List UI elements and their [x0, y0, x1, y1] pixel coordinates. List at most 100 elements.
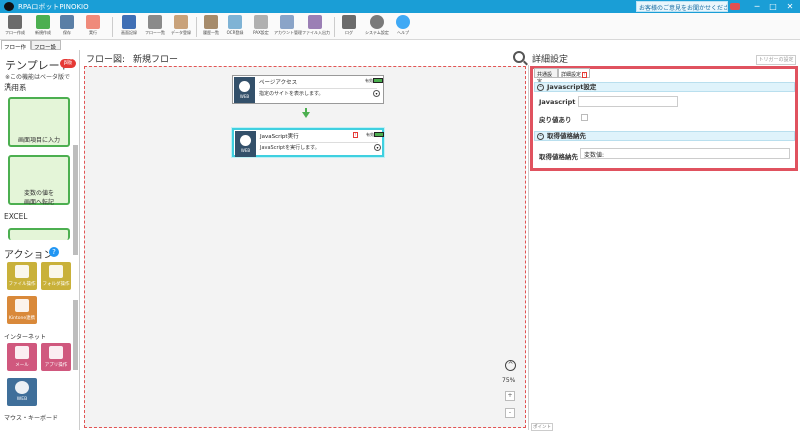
section-excel: EXCEL	[4, 212, 28, 221]
flow-name: 新規フロー	[133, 55, 179, 65]
toolbar-flow-list-button[interactable]: フロー一覧	[142, 15, 168, 39]
toolbar-ocr-button[interactable]: OCR登録	[222, 15, 248, 39]
destination-label: 取得値格納先	[539, 153, 578, 161]
section-destination[interactable]: ^ 取得値格納先	[534, 131, 795, 141]
actions-title: アクション	[4, 250, 54, 261]
action-mail[interactable]: メール	[7, 343, 37, 371]
feedback-link[interactable]: お客様のご意見をお聞かせください	[636, 1, 728, 12]
ocr-icon	[228, 15, 242, 29]
left-panel: テンプレート β版 ※この機能はベータ版です。 汎用系 画面項目に入力 変数の値…	[0, 50, 80, 430]
globe-icon	[239, 81, 250, 92]
help-icon	[396, 15, 410, 29]
toolbar-history-button[interactable]: 履歴一覧	[198, 15, 224, 39]
warning-icon: !	[353, 132, 358, 138]
search-icon[interactable]	[513, 51, 525, 63]
toolbar-new-button[interactable]: 新規作成	[30, 15, 56, 39]
flow-arrow-icon	[302, 112, 310, 118]
chevron-down-icon[interactable]: ▾	[373, 90, 380, 97]
node-description: 指定のサイトを表示します。	[259, 88, 377, 97]
web-node-icon: WEB	[234, 77, 255, 103]
flow-header-label: フロー図:	[86, 55, 126, 65]
javascript-input[interactable]	[578, 96, 678, 107]
screen-record-icon	[122, 15, 136, 29]
toolbar-pax-button[interactable]: PAX設定	[248, 15, 274, 39]
toolbar-separator	[112, 17, 113, 37]
toolbar-file-io-button[interactable]: ファイル入出力	[302, 15, 330, 39]
section-internet: インターネット	[4, 334, 47, 341]
file-op-icon	[15, 265, 29, 278]
template-excel[interactable]	[8, 228, 70, 240]
folder-icon	[49, 265, 63, 278]
action-file-operation[interactable]: ファイル操作	[7, 262, 37, 290]
template-transfer-icon	[16, 163, 66, 183]
template-input-icon	[16, 105, 66, 125]
flow-canvas[interactable]: WEB ページアクセス 有効 指定のサイトを表示します。 ▾ WEB JavaS…	[84, 66, 526, 428]
mail-icon	[15, 346, 29, 359]
toolbar-separator	[334, 17, 335, 37]
action-web[interactable]: WEB	[7, 378, 37, 406]
globe-icon	[15, 381, 29, 394]
app-title: RPAロボットPINOKIO	[18, 3, 89, 11]
template-var-to-screen[interactable]: 変数の値を 画面へ転記	[8, 155, 70, 206]
trigger-settings-button[interactable]: トリガーの設定	[756, 55, 796, 65]
node-enable-toggle[interactable]	[373, 78, 383, 83]
node-title: ページアクセス	[259, 80, 298, 86]
template-scrollbar[interactable]	[73, 145, 78, 255]
tab-detail-settings[interactable]: 詳細設定!	[558, 68, 590, 78]
close-button[interactable]: ✕	[783, 1, 797, 12]
section-mouse-keyboard: マウス・キーボード	[4, 415, 59, 422]
node-enable-toggle[interactable]	[374, 132, 384, 137]
toolbar-screen-record-button[interactable]: 画面記録	[116, 15, 142, 39]
template-label: 画面項目に入力	[17, 137, 60, 144]
toolbar-data-register-button[interactable]: データ登録	[168, 15, 194, 39]
mail-icon	[254, 15, 268, 29]
tab-flow-create[interactable]: フロー作成	[1, 40, 31, 59]
history-icon	[204, 15, 218, 29]
chevron-down-icon[interactable]: ▾	[374, 144, 381, 151]
save-icon	[60, 15, 74, 29]
help-icon[interactable]: ?	[49, 247, 59, 257]
toolbar-save-button[interactable]: 保存	[54, 15, 80, 39]
feedback-badge-icon	[730, 3, 740, 10]
detail-title: 詳細設定	[532, 55, 569, 65]
toolbar-flow-create-button[interactable]: フロー作成	[2, 15, 28, 39]
action-app-operation[interactable]: アプリ操作	[41, 343, 71, 371]
flow-node-page-access[interactable]: WEB ページアクセス 有効 指定のサイトを表示します。 ▾	[232, 75, 384, 104]
tab-flow-settings[interactable]: フロー設定	[31, 40, 61, 59]
toolbar-settings-button[interactable]: システム設定	[364, 15, 390, 39]
toolbar-account-button[interactable]: アカウント管理	[274, 15, 302, 39]
template-label: 変数の値を 画面へ転記	[23, 190, 54, 206]
warning-icon: !	[582, 72, 588, 78]
template-input-screen-item[interactable]: 画面項目に入力	[8, 97, 70, 147]
flow-header: フロー図: 新規フロー	[86, 52, 186, 65]
action-kintone[interactable]: Kintone連携	[7, 296, 37, 324]
action-folder-operation[interactable]: フォルダ操作	[41, 262, 71, 290]
flow-node-javascript[interactable]: WEB JavaScript実行 ! 有効 JavaScriptを実行します。 …	[232, 128, 384, 157]
collapse-icon: ^	[537, 84, 544, 91]
minimize-button[interactable]: ─	[750, 1, 764, 12]
run-icon	[86, 15, 100, 29]
web-node-icon: WEB	[235, 131, 256, 157]
toolbar-log-button[interactable]: ログ	[336, 15, 362, 39]
app-window-icon	[49, 346, 63, 359]
node-title: JavaScript実行	[260, 134, 299, 140]
cloud-icon	[15, 299, 29, 312]
section-javascript-settings[interactable]: ^ Javascript設定	[534, 82, 795, 92]
node-status: 有効	[365, 78, 373, 83]
zoom-in-button[interactable]: +	[505, 391, 515, 401]
return-value-checkbox[interactable]	[581, 114, 588, 121]
toolbar: フロー作成 新規作成 保存 実行 画面記録 フロー一覧 データ登録 履歴一覧 O…	[0, 13, 800, 40]
zoom-out-button[interactable]: -	[505, 408, 515, 418]
account-icon	[280, 15, 294, 29]
tab-common-settings[interactable]: 共通設定	[534, 68, 558, 85]
maximize-button[interactable]: □	[766, 1, 780, 12]
toolbar-run-button[interactable]: 実行	[80, 15, 106, 39]
action-scrollbar[interactable]	[73, 300, 78, 370]
toolbar-help-button[interactable]: ヘルプ	[390, 15, 416, 39]
left-tabs: フロー作成 フロー設定	[0, 40, 80, 59]
log-icon	[342, 15, 356, 29]
beta-badge: β版	[60, 59, 76, 68]
chevron-up-icon[interactable]: ^	[505, 360, 516, 371]
return-value-label: 戻り値あり	[539, 116, 572, 124]
destination-input[interactable]: 変数値:	[580, 148, 790, 159]
